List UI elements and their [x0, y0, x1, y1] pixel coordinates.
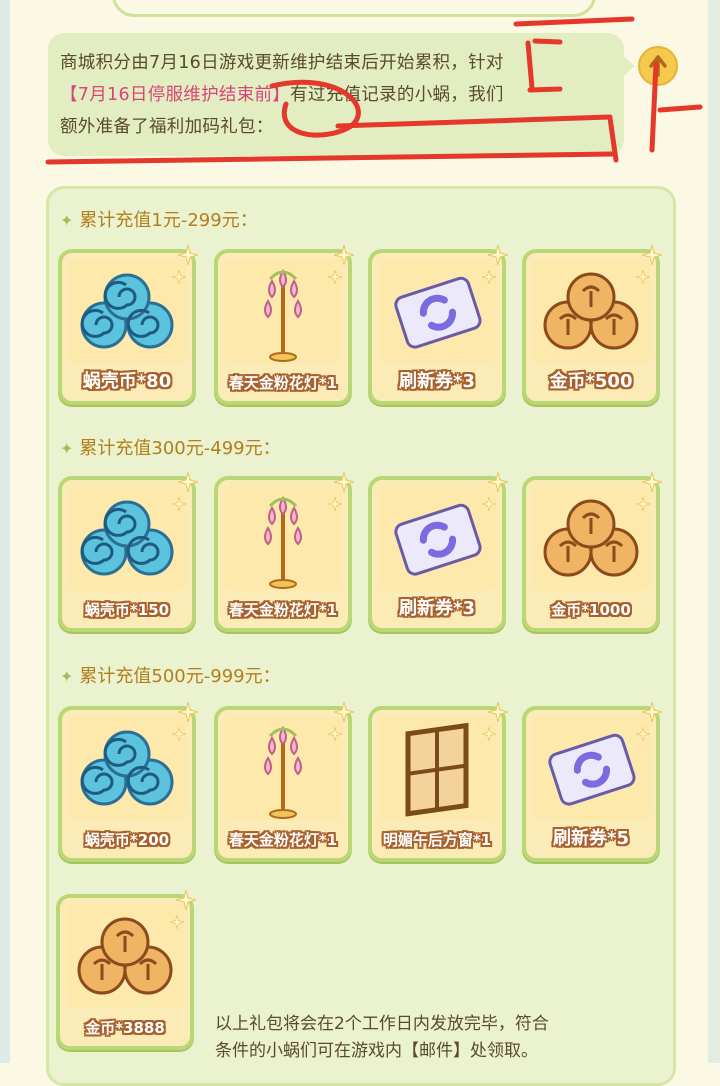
right-edge-strip: [708, 0, 720, 1063]
footnote: 以上礼包将会在2个工作日内发放完毕，符合 条件的小蜗们可在游戏内【邮件】处领取。: [215, 1011, 655, 1065]
sparkle-icon: [641, 701, 663, 723]
reward-label: 刷新券*3: [399, 371, 475, 392]
reward-card[interactable]: 刷新券*5: [522, 701, 663, 862]
sparkle-icon: [641, 471, 663, 493]
sparkle-icon: [327, 269, 343, 285]
page: 商城积分由7月16日游戏更新维护结束后开始累积，针对 【7月16日停服维护结束前…: [0, 0, 720, 1086]
reward-card[interactable]: 刷新券*3: [368, 471, 509, 632]
sparkle-icon: [169, 914, 185, 930]
reward-card[interactable]: 春天金粉花灯*1: [214, 471, 355, 632]
reward-card[interactable]: 春天金粉花灯*1: [214, 244, 355, 405]
sparkle-icon: [333, 244, 355, 266]
sparkle-icon: [635, 496, 651, 512]
gold-coins-icon: [532, 259, 650, 363]
sparkle-icon: [487, 244, 509, 266]
reward-card[interactable]: 金币*1000: [522, 471, 663, 632]
reward-card[interactable]: 明媚午后方窗*1: [368, 701, 509, 862]
sparkle-icon: [635, 269, 651, 285]
sparkle-icon: [327, 726, 343, 742]
footnote-line-2: 条件的小蜗们可在游戏内【邮件】处领取。: [215, 1041, 538, 1061]
sparkle-icon: [175, 889, 197, 911]
reward-label: 春天金粉花灯*1: [228, 831, 338, 849]
sparkle-icon: [171, 726, 187, 742]
sparkle-icon: [171, 269, 187, 285]
window-icon: [378, 716, 496, 820]
reward-card[interactable]: 金币*500: [522, 244, 663, 405]
reward-label: 春天金粉花灯*1: [228, 374, 338, 392]
notice-line-2: 【7月16日停服维护结束前】有过充值记录的小蜗，我们: [60, 79, 620, 111]
tier-2-title: ✦ 累计充值300元-499元：: [60, 438, 281, 459]
reward-card[interactable]: 金币*3888: [56, 889, 197, 1050]
notice-text: 商城积分由7月16日游戏更新维护结束后开始累积，针对 【7月16日停服维护结束前…: [60, 47, 620, 143]
reward-card[interactable]: 蜗壳币*200: [58, 701, 199, 862]
sparkle-icon: [635, 726, 651, 742]
snail-shell-coins-icon: [68, 716, 186, 820]
left-edge-strip: [0, 0, 10, 1063]
reward-card[interactable]: 刷新券*3: [368, 244, 509, 405]
reward-card[interactable]: 蜗壳币*80: [58, 244, 199, 405]
sparkle-icon: [177, 244, 199, 266]
reward-label: 蜗壳币*150: [84, 601, 170, 619]
tier-1-title: ✦ 累计充值1元-299元：: [60, 210, 258, 231]
sparkle-icon: [481, 726, 497, 742]
notice-highlight: 【7月16日停服维护结束前】: [60, 85, 291, 105]
sparkle-icon: [487, 701, 509, 723]
top-tab-frame: [112, 0, 596, 17]
sparkle-icon: [333, 471, 355, 493]
notice-line-2-rest: 有过充值记录的小蜗，我们: [290, 85, 504, 105]
reward-label: 金币*500: [549, 371, 633, 392]
flower-lamp-icon: [224, 259, 342, 363]
reward-card[interactable]: 蜗壳币*150: [58, 471, 199, 632]
sparkle-icon: [487, 471, 509, 493]
refresh-ticket-icon: [532, 716, 650, 820]
notice-line-1: 商城积分由7月16日游戏更新维护结束后开始累积，针对: [60, 53, 504, 73]
sparkle-icon: [333, 701, 355, 723]
reward-card[interactable]: 春天金粉花灯*1: [214, 701, 355, 862]
flower-lamp-icon: [224, 486, 342, 590]
tier-3-title: ✦ 累计充值500元-999元：: [60, 666, 281, 687]
gold-coins-icon: [66, 904, 184, 1008]
sparkle-icon: [177, 701, 199, 723]
reward-label: 金币*1000: [551, 601, 631, 619]
reward-label: 明媚午后方窗*1: [382, 831, 492, 849]
notice-bubble-tail: [622, 55, 635, 77]
sparkle-icon: [481, 496, 497, 512]
footnote-line-1: 以上礼包将会在2个工作日内发放完毕，符合: [215, 1014, 549, 1034]
gold-coins-icon: [532, 486, 650, 590]
sparkle-icon: [171, 496, 187, 512]
reward-label: 蜗壳币*80: [82, 371, 172, 392]
refresh-ticket-icon: [378, 486, 496, 590]
notice-line-3: 额外准备了福利加码礼包：: [60, 117, 274, 137]
reward-label: 金币*3888: [85, 1019, 165, 1037]
reward-label: 刷新券*5: [553, 828, 629, 849]
collapse-button[interactable]: [638, 46, 678, 86]
sparkle-icon: [641, 244, 663, 266]
reward-label: 刷新券*3: [399, 598, 475, 619]
snail-shell-coins-icon: [68, 259, 186, 363]
sparkle-icon: [481, 269, 497, 285]
sparkle-icon: [327, 496, 343, 512]
snail-shell-coins-icon: [68, 486, 186, 590]
flower-lamp-icon: [224, 716, 342, 820]
reward-label: 春天金粉花灯*1: [228, 601, 338, 619]
chevron-up-icon: [649, 55, 667, 77]
reward-label: 蜗壳币*200: [84, 831, 170, 849]
sparkle-icon: [177, 471, 199, 493]
refresh-ticket-icon: [378, 259, 496, 363]
